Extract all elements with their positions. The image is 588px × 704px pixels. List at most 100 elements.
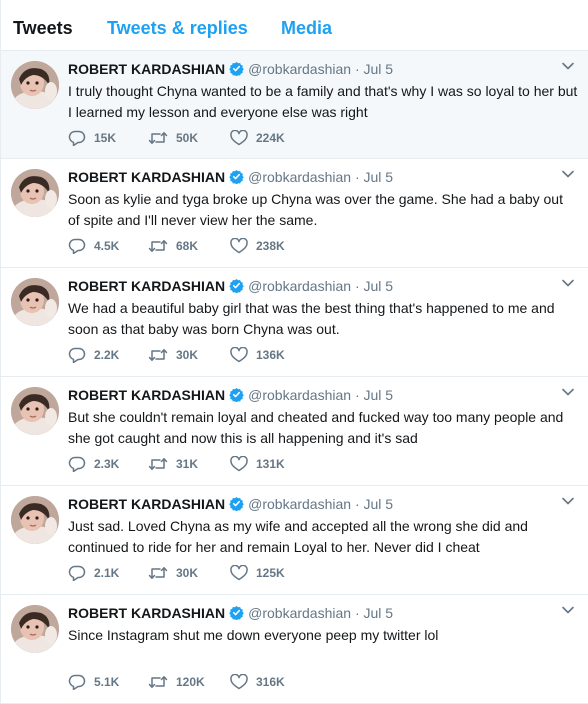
like-button[interactable]: 136K — [230, 347, 310, 363]
like-button[interactable]: 125K — [230, 565, 310, 581]
heart-icon — [230, 347, 248, 363]
user-handle[interactable]: @robkardashian — [248, 605, 351, 621]
reply-icon — [68, 565, 86, 581]
tweet-date[interactable]: Jul 5 — [364, 605, 394, 621]
tweet-item[interactable]: ROBERT KARDASHIAN @robkardashian · Jul 5 … — [1, 268, 588, 377]
verified-badge-icon — [229, 169, 244, 184]
tweet-feed: ROBERT KARDASHIAN @robkardashian · Jul 5 … — [1, 51, 588, 704]
user-handle[interactable]: @robkardashian — [248, 169, 351, 185]
like-count: 224K — [256, 131, 285, 145]
like-button[interactable]: 224K — [230, 130, 310, 146]
like-count: 125K — [256, 566, 285, 580]
display-name[interactable]: ROBERT KARDASHIAN — [68, 605, 225, 621]
separator-dot: · — [354, 278, 360, 294]
tab-tweets-and-replies[interactable]: Tweets & replies — [107, 0, 248, 51]
tweet-text: Soon as kylie and tyga broke up Chyna wa… — [68, 191, 563, 228]
user-handle[interactable]: @robkardashian — [248, 61, 351, 77]
like-button[interactable]: 316K — [230, 674, 310, 690]
chevron-down-icon[interactable] — [561, 385, 575, 399]
tweet-item[interactable]: ROBERT KARDASHIAN @robkardashian · Jul 5 … — [1, 377, 588, 486]
retweet-button[interactable]: 120K — [148, 674, 230, 690]
tweet-header: ROBERT KARDASHIAN @robkardashian · Jul 5 — [68, 276, 393, 296]
tweet-item[interactable]: ROBERT KARDASHIAN @robkardashian · Jul 5 … — [1, 51, 588, 159]
retweet-icon — [148, 458, 168, 470]
chevron-down-icon[interactable] — [561, 167, 575, 181]
avatar-image — [11, 278, 59, 326]
user-handle[interactable]: @robkardashian — [248, 496, 351, 512]
chevron-down-icon[interactable] — [561, 603, 575, 617]
like-count: 238K — [256, 239, 285, 253]
user-handle[interactable]: @robkardashian — [248, 387, 351, 403]
retweet-button[interactable]: 31K — [148, 456, 230, 472]
display-name[interactable]: ROBERT KARDASHIAN — [68, 387, 225, 403]
separator-dot: · — [354, 169, 360, 185]
reply-button[interactable]: 2.2K — [68, 347, 148, 363]
tweet-item[interactable]: ROBERT KARDASHIAN @robkardashian · Jul 5 … — [1, 486, 588, 595]
tweet-date[interactable]: Jul 5 — [364, 278, 394, 294]
reply-icon — [68, 238, 86, 254]
reply-button[interactable]: 15K — [68, 130, 148, 146]
retweet-count: 120K — [176, 675, 205, 689]
separator-dot: · — [354, 605, 360, 621]
avatar[interactable] — [11, 387, 59, 435]
tweet-item[interactable]: ROBERT KARDASHIAN @robkardashian · Jul 5 … — [1, 159, 588, 268]
avatar[interactable] — [11, 169, 59, 217]
tweet-actions: 4.5K 68K 238K — [68, 236, 310, 256]
like-button[interactable]: 238K — [230, 238, 310, 254]
tweet-date[interactable]: Jul 5 — [364, 61, 394, 77]
avatar[interactable] — [11, 496, 59, 544]
avatar-image — [11, 605, 59, 653]
heart-icon — [230, 130, 248, 146]
retweet-button[interactable]: 30K — [148, 347, 230, 363]
tweet-text: I truly thought Chyna wanted to be a fam… — [68, 83, 578, 120]
reply-button[interactable]: 4.5K — [68, 238, 148, 254]
heart-icon — [230, 565, 248, 581]
tweet-header: ROBERT KARDASHIAN @robkardashian · Jul 5 — [68, 167, 393, 187]
reply-count: 15K — [94, 131, 117, 145]
profile-timeline: Tweets Tweets & replies Media ROBERT KAR… — [0, 0, 588, 704]
chevron-down-icon[interactable] — [561, 59, 575, 73]
tweet-date[interactable]: Jul 5 — [364, 387, 394, 403]
verified-badge-icon — [229, 605, 244, 620]
reply-icon — [68, 347, 86, 363]
like-count: 136K — [256, 348, 285, 362]
like-button[interactable]: 131K — [230, 456, 310, 472]
retweet-button[interactable]: 68K — [148, 238, 230, 254]
reply-icon — [68, 456, 86, 472]
user-handle[interactable]: @robkardashian — [248, 278, 351, 294]
display-name[interactable]: ROBERT KARDASHIAN — [68, 496, 225, 512]
like-count: 316K — [256, 675, 285, 689]
retweet-icon — [148, 567, 168, 579]
avatar-image — [11, 169, 59, 217]
tweet-item[interactable]: ROBERT KARDASHIAN @robkardashian · Jul 5 … — [1, 595, 588, 704]
reply-icon — [68, 130, 86, 146]
tweet-date[interactable]: Jul 5 — [364, 169, 394, 185]
tweet-actions: 2.2K 30K 136K — [68, 345, 310, 365]
reply-button[interactable]: 2.3K — [68, 456, 148, 472]
tab-media[interactable]: Media — [281, 0, 332, 51]
reply-button[interactable]: 5.1K — [68, 674, 148, 690]
chevron-down-icon[interactable] — [561, 494, 575, 508]
avatar[interactable] — [11, 61, 59, 109]
tweet-date[interactable]: Jul 5 — [364, 496, 394, 512]
tweet-actions: 2.1K 30K 125K — [68, 563, 310, 583]
reply-count: 2.2K — [94, 348, 120, 362]
tweet-text: We had a beautiful baby girl that was th… — [68, 300, 555, 337]
avatar[interactable] — [11, 278, 59, 326]
display-name[interactable]: ROBERT KARDASHIAN — [68, 169, 225, 185]
reply-button[interactable]: 2.1K — [68, 565, 148, 581]
avatar[interactable] — [11, 605, 59, 653]
retweet-button[interactable]: 30K — [148, 565, 230, 581]
verified-badge-icon — [229, 278, 244, 293]
tab-tweets[interactable]: Tweets — [13, 0, 73, 51]
display-name[interactable]: ROBERT KARDASHIAN — [68, 61, 225, 77]
display-name[interactable]: ROBERT KARDASHIAN — [68, 278, 225, 294]
avatar-image — [11, 61, 59, 109]
profile-tabs: Tweets Tweets & replies Media — [1, 0, 588, 51]
retweet-count: 31K — [176, 457, 199, 471]
retweet-icon — [148, 132, 168, 144]
separator-dot: · — [354, 496, 360, 512]
tweet-header: ROBERT KARDASHIAN @robkardashian · Jul 5 — [68, 59, 393, 79]
retweet-button[interactable]: 50K — [148, 130, 230, 146]
chevron-down-icon[interactable] — [561, 276, 575, 290]
